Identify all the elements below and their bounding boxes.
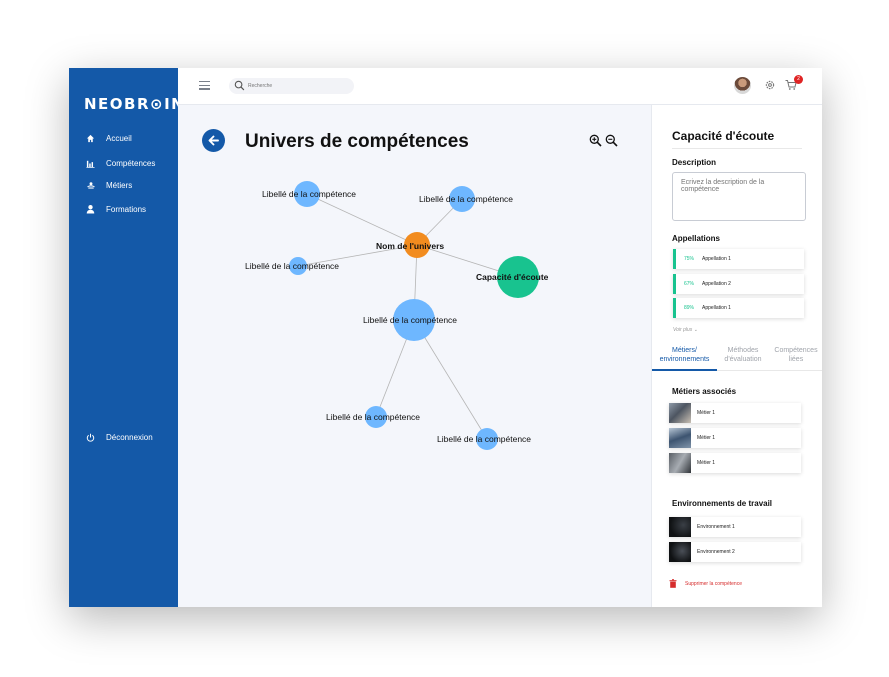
chevron-down-icon: ⌄ (693, 327, 698, 333)
environnement-name: Environnement 2 (697, 549, 735, 555)
metier-name: Métier 1 (697, 410, 716, 416)
gear-icon[interactable] (764, 79, 776, 91)
competence-node-label: Libellé de la compétence (363, 315, 457, 325)
back-button[interactable] (202, 129, 225, 152)
tab-label: Méthodes (727, 347, 759, 354)
appellation-name: Appellation 2 (702, 281, 731, 287)
tab-label: environnements (659, 356, 710, 363)
sidebar-item-formations[interactable]: Formations (84, 204, 146, 214)
panel-title: Capacité d'écoute (672, 129, 775, 143)
metier-card[interactable]: Métier 1 (669, 403, 801, 423)
metier-name: Métier 1 (697, 460, 716, 466)
universe-center-label: Nom de l'univers (376, 241, 444, 251)
top-bar: 2 (178, 68, 822, 105)
app-logo: NEOBR⊙IN (84, 95, 186, 113)
appellation-percent: 67% (684, 281, 695, 287)
description-label: Description (672, 158, 717, 167)
environnements-label: Environnements de travail (672, 499, 773, 508)
power-icon (84, 433, 97, 442)
main-area: Libellé de la compétence Libellé de la co… (178, 105, 651, 607)
app-window: NEOBR⊙IN Accueil Compétences Métiers For… (69, 68, 822, 607)
appellation-card[interactable]: 89% Appellation 1 (673, 298, 804, 318)
sidebar-item-label: Formations (106, 204, 147, 214)
trash-icon (669, 579, 677, 588)
home-icon (84, 134, 97, 143)
sidebar: NEOBR⊙IN Accueil Compétences Métiers For… (69, 68, 184, 607)
notification-badge: 2 (794, 75, 803, 84)
metier-card[interactable]: Métier 1 (669, 428, 801, 448)
briefcase-icon (84, 181, 97, 190)
metier-thumbnail (669, 403, 691, 423)
environnement-name: Environnement 1 (697, 524, 735, 530)
appellation-percent: 75% (684, 256, 695, 262)
sidebar-item-competences[interactable]: Compétences (84, 159, 155, 168)
arrow-left-icon (208, 135, 219, 146)
user-avatar[interactable] (734, 77, 751, 94)
menu-icon[interactable] (199, 81, 210, 91)
appellations-label: Appellations (672, 234, 721, 243)
competence-node-label: Libellé de la compétence (262, 189, 356, 199)
tab-methodes-evaluation[interactable]: Méthodes d'évaluation (717, 346, 769, 364)
active-tab-indicator (652, 369, 717, 371)
zoom-out-icon[interactable] (605, 134, 618, 147)
delete-label: Supprimer la compétence (685, 580, 742, 587)
sidebar-item-metiers[interactable]: Métiers (84, 181, 132, 190)
metier-thumbnail (669, 453, 691, 473)
voir-plus-link[interactable]: Voir plus ⌄ (673, 327, 698, 333)
competence-node-label: Libellé de la compétence (245, 261, 339, 271)
competence-node-label: Libellé de la compétence (326, 412, 420, 422)
description-field[interactable] (672, 172, 806, 221)
person-icon (84, 204, 97, 214)
selected-competence-label: Capacité d'écoute (476, 272, 549, 282)
tab-competences-liees[interactable]: Compétences liées (769, 346, 822, 364)
metier-card[interactable]: Métier 1 (669, 453, 801, 473)
sidebar-item-label: Accueil (106, 134, 132, 143)
environnement-card[interactable]: Environnement 1 (669, 517, 801, 537)
search-icon (234, 80, 245, 91)
logout-button[interactable]: Déconnexion (84, 433, 153, 442)
competence-node-label: Libellé de la compétence (419, 194, 513, 204)
page-title: Univers de compétences (245, 131, 469, 152)
zoom-in-icon[interactable] (589, 134, 602, 147)
sidebar-item-label: Compétences (106, 159, 156, 168)
details-panel: Capacité d'écoute Description Appellatio… (651, 105, 822, 607)
divider (672, 148, 802, 149)
tab-label: d'évaluation (724, 356, 762, 363)
search-input[interactable] (248, 81, 348, 91)
appellation-name: Appellation 1 (702, 256, 731, 262)
sidebar-item-accueil[interactable]: Accueil (84, 134, 132, 143)
appellation-card[interactable]: 75% Appellation 1 (673, 249, 804, 269)
search-bar (229, 78, 354, 94)
metier-name: Métier 1 (697, 435, 716, 441)
delete-competence-button[interactable]: Supprimer la compétence (669, 579, 742, 588)
environnement-thumbnail (669, 517, 691, 537)
bar-chart-icon (84, 159, 97, 168)
tab-metiers-environnements[interactable]: Métiers/ environnements (652, 346, 717, 364)
metier-thumbnail (669, 428, 691, 448)
sidebar-item-label: Métiers (106, 181, 133, 190)
competence-node-label: Libellé de la compétence (437, 434, 531, 444)
tab-label: liées (788, 356, 804, 363)
environnement-thumbnail (669, 542, 691, 562)
appellation-card[interactable]: 67% Appellation 2 (673, 274, 804, 294)
tab-label: Compétences (774, 347, 818, 354)
tab-label: Métiers/ (672, 347, 697, 354)
logout-label: Déconnexion (106, 433, 153, 442)
competence-graph: Libellé de la compétence Libellé de la co… (245, 181, 549, 450)
voir-plus-label: Voir plus (673, 327, 693, 333)
appellation-percent: 89% (684, 305, 695, 311)
appellation-name: Appellation 1 (702, 305, 731, 311)
environnement-card[interactable]: Environnement 2 (669, 542, 801, 562)
metiers-label: Métiers associés (672, 387, 737, 396)
graph-edge (306, 193, 418, 246)
